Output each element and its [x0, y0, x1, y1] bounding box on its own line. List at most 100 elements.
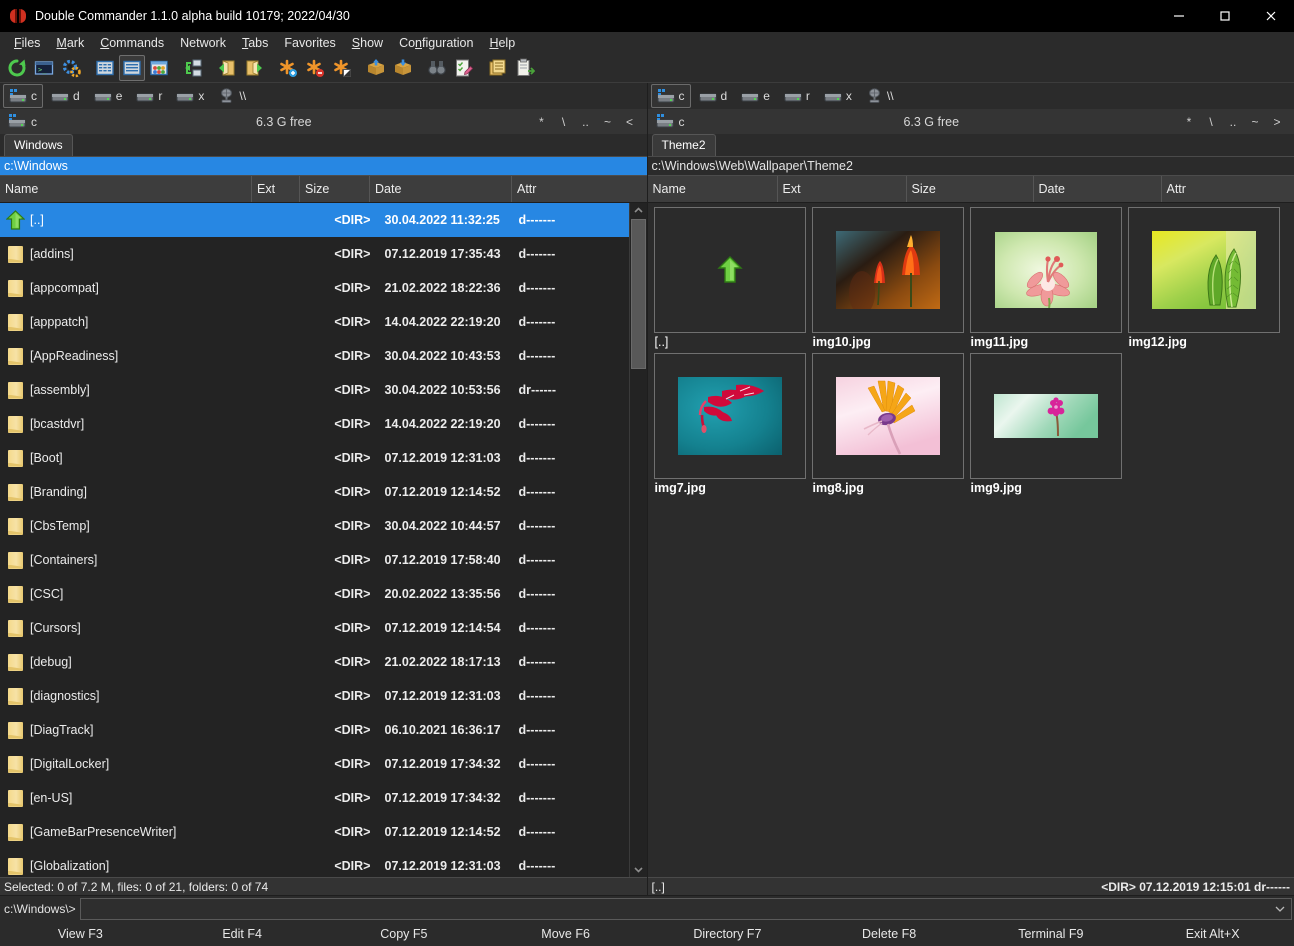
table-row[interactable]: [bcastdvr]<DIR>14.04.2022 22:19:20d-----… — [0, 407, 629, 441]
menu-item-favorites[interactable]: Favorites — [276, 34, 343, 52]
thumbnail-item[interactable]: img11.jpg — [970, 207, 1122, 349]
table-row[interactable]: [CSC]<DIR>20.02.2022 13:35:56d------- — [0, 577, 629, 611]
drive-button-r-right[interactable]: r — [778, 84, 816, 108]
right-tab-theme2[interactable]: Theme2 — [652, 134, 716, 156]
thumbnail-item[interactable]: img10.jpg — [812, 207, 964, 349]
function-key-f7[interactable]: Directory F7 — [647, 922, 809, 946]
chevron-down-icon[interactable] — [1274, 902, 1286, 916]
right-path-bar[interactable]: c:\Windows\Web\Wallpaper\Theme2 — [648, 157, 1294, 175]
thumbnail-item[interactable]: img9.jpg — [970, 353, 1122, 495]
left-current-drive[interactable]: c — [0, 114, 37, 129]
table-row[interactable]: [GameBarPresenceWriter]<DIR>07.12.2019 1… — [0, 815, 629, 849]
minimize-button[interactable] — [1156, 0, 1202, 32]
right-column-attr[interactable]: Attr — [1162, 176, 1294, 202]
scroll-down-icon[interactable] — [630, 862, 647, 877]
table-row[interactable]: [..]<DIR>30.04.2022 11:32:25d------- — [0, 203, 629, 237]
multi-rename-icon[interactable] — [451, 55, 477, 81]
drive-button-d-right[interactable]: d — [693, 84, 734, 108]
thumbnail-item[interactable]: img12.jpg — [1128, 207, 1280, 349]
menu-item-mark[interactable]: Mark — [48, 34, 92, 52]
right-nav-root-star[interactable]: * — [1178, 115, 1200, 129]
table-row[interactable]: [Containers]<DIR>07.12.2019 17:58:40d---… — [0, 543, 629, 577]
drive-button-x-right[interactable]: x — [818, 84, 858, 108]
flat-view-icon[interactable] — [180, 55, 206, 81]
thumbnail-item[interactable]: [..] — [654, 207, 806, 349]
left-nav-root-slash[interactable]: \ — [553, 115, 575, 129]
refresh-icon[interactable] — [4, 55, 30, 81]
mark-minus-icon[interactable] — [302, 55, 328, 81]
function-key-f4[interactable]: Edit F4 — [162, 922, 324, 946]
drive-button-e-left[interactable]: e — [88, 84, 129, 108]
mark-plus-icon[interactable] — [275, 55, 301, 81]
table-row[interactable]: [Branding]<DIR>07.12.2019 12:14:52d-----… — [0, 475, 629, 509]
drive-button-network-right[interactable]: \\ — [860, 84, 900, 108]
menu-item-commands[interactable]: Commands — [92, 34, 172, 52]
right-nav-home[interactable]: ~ — [1244, 115, 1266, 129]
right-column-date[interactable]: Date — [1034, 176, 1162, 202]
menu-item-configuration[interactable]: Configuration — [391, 34, 481, 52]
unpack-icon[interactable] — [390, 55, 416, 81]
table-row[interactable]: [assembly]<DIR>30.04.2022 10:53:56dr----… — [0, 373, 629, 407]
table-row[interactable]: [apppatch]<DIR>14.04.2022 22:19:20d-----… — [0, 305, 629, 339]
left-nav-back[interactable]: < — [619, 115, 641, 129]
menu-item-tabs[interactable]: Tabs — [234, 34, 276, 52]
drive-button-e-right[interactable]: e — [735, 84, 776, 108]
left-column-ext[interactable]: Ext — [252, 176, 300, 202]
brief-view-icon[interactable] — [92, 55, 118, 81]
left-tab-windows[interactable]: Windows — [4, 134, 73, 156]
table-row[interactable]: [DigitalLocker]<DIR>07.12.2019 17:34:32d… — [0, 747, 629, 781]
menu-item-show[interactable]: Show — [344, 34, 391, 52]
pack-icon[interactable] — [363, 55, 389, 81]
drive-button-network-left[interactable]: \\ — [212, 84, 252, 108]
thumbnail-preview[interactable] — [654, 353, 806, 479]
options-icon[interactable] — [58, 55, 84, 81]
close-button[interactable] — [1248, 0, 1294, 32]
menu-item-network[interactable]: Network — [172, 34, 234, 52]
table-row[interactable]: [Globalization]<DIR>07.12.2019 12:31:03d… — [0, 849, 629, 877]
table-row[interactable]: [DiagTrack]<DIR>06.10.2021 16:36:17d----… — [0, 713, 629, 747]
left-nav-root-star[interactable]: * — [531, 115, 553, 129]
right-current-drive[interactable]: c — [648, 114, 685, 129]
right-nav-root-slash[interactable]: \ — [1200, 115, 1222, 129]
drive-button-x-left[interactable]: x — [170, 84, 210, 108]
function-key-f3[interactable]: View F3 — [0, 922, 162, 946]
drive-button-c-left[interactable]: c — [3, 84, 43, 108]
thumbnail-preview[interactable] — [1128, 207, 1280, 333]
thumbnails-view-icon[interactable] — [146, 55, 172, 81]
command-input[interactable] — [80, 898, 1292, 920]
left-column-size[interactable]: Size — [300, 176, 370, 202]
function-key-f5[interactable]: Copy F5 — [324, 922, 486, 946]
thumbnail-preview[interactable] — [970, 207, 1122, 333]
table-row[interactable]: [en-US]<DIR>07.12.2019 17:34:32d------- — [0, 781, 629, 815]
left-column-attr[interactable]: Attr — [512, 176, 647, 202]
thumbnail-item[interactable]: img8.jpg — [812, 353, 964, 495]
drive-button-r-left[interactable]: r — [130, 84, 168, 108]
function-key-f6[interactable]: Move F6 — [485, 922, 647, 946]
compare-icon[interactable] — [424, 55, 450, 81]
scroll-up-icon[interactable] — [630, 203, 647, 218]
thumbnail-preview[interactable] — [812, 207, 964, 333]
left-nav-up[interactable]: .. — [575, 115, 597, 129]
thumbnail-item[interactable]: img7.jpg — [654, 353, 806, 495]
drive-button-c-right[interactable]: c — [651, 84, 691, 108]
left-scroll-thumb[interactable] — [631, 219, 646, 369]
table-row[interactable]: [addins]<DIR>07.12.2019 17:35:43d------- — [0, 237, 629, 271]
left-column-date[interactable]: Date — [370, 176, 512, 202]
right-column-size[interactable]: Size — [907, 176, 1034, 202]
right-thumbnail-grid[interactable]: [..]img10.jpgimg11.jpgimg12.jpgimg7.jpgi… — [648, 203, 1294, 877]
menu-item-help[interactable]: Help — [481, 34, 523, 52]
right-column-name[interactable]: Name — [648, 176, 778, 202]
right-column-ext[interactable]: Ext — [778, 176, 907, 202]
left-path-bar[interactable]: c:\Windows — [0, 157, 647, 175]
table-row[interactable]: [debug]<DIR>21.02.2022 18:17:13d------- — [0, 645, 629, 679]
drive-button-d-left[interactable]: d — [45, 84, 86, 108]
thumbnail-preview[interactable] — [654, 207, 806, 333]
table-row[interactable]: [AppReadiness]<DIR>30.04.2022 10:43:53d-… — [0, 339, 629, 373]
copy-clipboard-icon[interactable] — [485, 55, 511, 81]
thumbnail-preview[interactable] — [812, 353, 964, 479]
left-file-list[interactable]: [..]<DIR>30.04.2022 11:32:25d-------[add… — [0, 203, 629, 877]
thumbnail-preview[interactable] — [970, 353, 1122, 479]
table-row[interactable]: [Cursors]<DIR>07.12.2019 12:14:54d------… — [0, 611, 629, 645]
paste-clipboard-icon[interactable] — [512, 55, 538, 81]
function-key-f8[interactable]: Delete F8 — [809, 922, 971, 946]
